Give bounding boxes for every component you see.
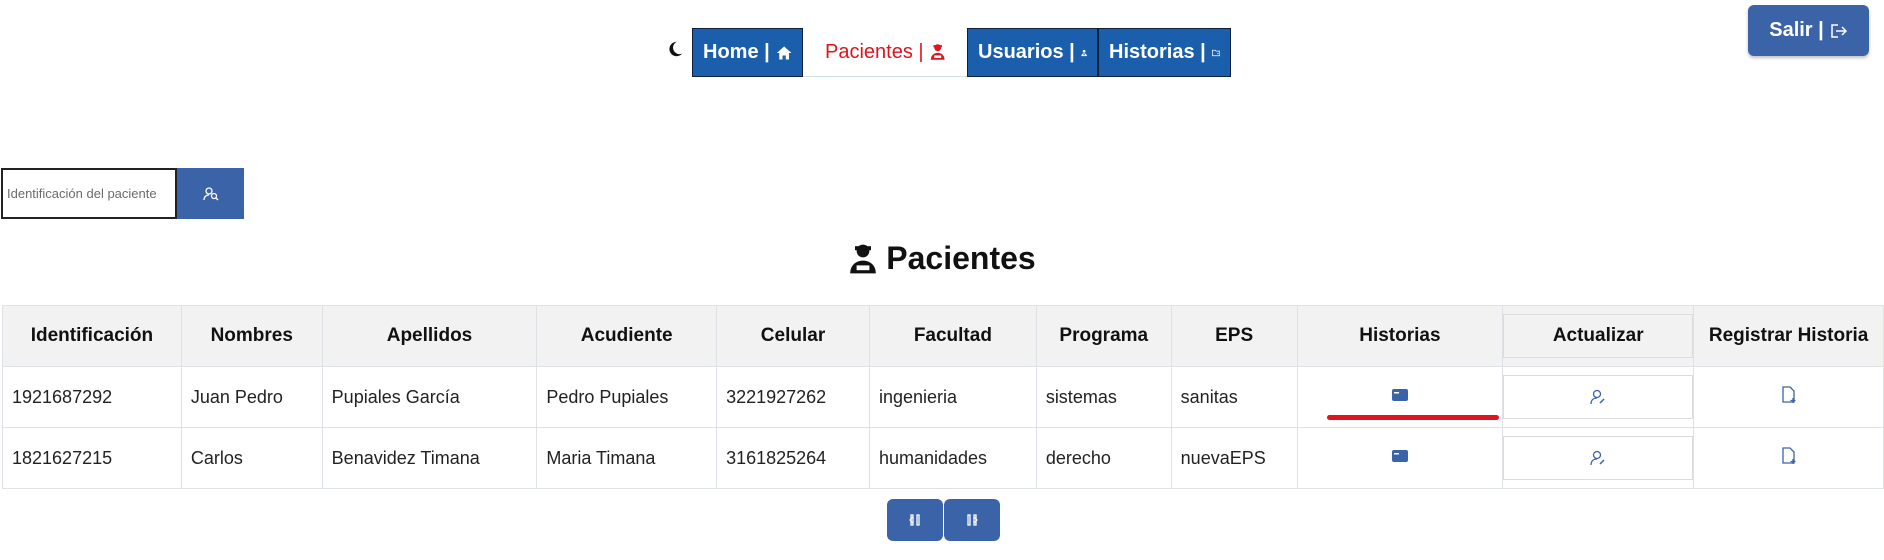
- cell-identificacion: 1821627215: [2, 427, 182, 489]
- logout-icon: [1831, 23, 1847, 38]
- cell-apellidos: Benavidez Timana: [321, 427, 538, 489]
- cell-programa: derecho: [1035, 427, 1172, 489]
- col-apellidos: Apellidos: [321, 305, 538, 367]
- table-header-row: Identificación Nombres Apellidos Acudien…: [2, 305, 1884, 367]
- edit-user-button[interactable]: [1503, 375, 1694, 419]
- cell-actualizar: [1502, 427, 1695, 489]
- pagination: [887, 499, 1000, 541]
- cell-celular: 3221927262: [716, 366, 870, 428]
- add-file-icon[interactable]: [1780, 385, 1798, 404]
- prev-page-icon: [909, 514, 920, 526]
- cell-apellidos: Pupiales García: [321, 366, 538, 428]
- cell-nombres: Carlos: [180, 427, 323, 489]
- next-page-button[interactable]: [944, 499, 1000, 541]
- history-card-icon[interactable]: [1391, 387, 1409, 403]
- add-file-icon[interactable]: [1780, 446, 1798, 465]
- cell-registrar-historia: [1693, 427, 1884, 489]
- col-actualizar-label: Actualizar: [1503, 314, 1694, 358]
- cell-celular: 3161825264: [716, 427, 870, 489]
- cell-facultad: humanidades: [868, 427, 1037, 489]
- col-historias: Historias: [1296, 305, 1504, 367]
- nav-usuarios[interactable]: Usuarios |: [967, 28, 1098, 77]
- search-placeholder: Identificación del paciente: [7, 186, 157, 201]
- patients-table: Identificación Nombres Apellidos Acudien…: [2, 305, 1884, 489]
- page-title-text: Pacientes: [886, 240, 1036, 276]
- cell-nombres: Juan Pedro: [180, 366, 323, 428]
- nav-historias-label: Historias |: [1109, 41, 1206, 63]
- nav-home[interactable]: Home |: [692, 28, 803, 77]
- cell-eps: nuevaEPS: [1170, 427, 1298, 489]
- edit-user-icon: [1590, 450, 1605, 466]
- nav-home-label: Home |: [703, 41, 770, 63]
- moon-icon[interactable]: [664, 38, 686, 60]
- nav-pacientes[interactable]: Pacientes |: [803, 28, 967, 77]
- col-celular: Celular: [716, 305, 870, 367]
- col-identificacion: Identificación: [2, 305, 182, 367]
- page-title: Pacientes: [0, 240, 1884, 277]
- nav-pacientes-label: Pacientes |: [825, 40, 924, 63]
- cell-facultad: ingenieria: [868, 366, 1037, 428]
- search-button[interactable]: [177, 168, 244, 219]
- cell-eps: sanitas: [1170, 366, 1298, 428]
- edit-user-button[interactable]: [1503, 436, 1694, 480]
- patient-icon: [850, 244, 877, 273]
- cell-actualizar: [1502, 366, 1695, 428]
- cell-registrar-historia: [1693, 366, 1884, 428]
- home-icon: [776, 45, 792, 60]
- cell-acudiente: Pedro Pupiales: [536, 366, 718, 428]
- col-eps: EPS: [1170, 305, 1298, 367]
- doctor-icon: [1081, 49, 1087, 56]
- table-row: 1821627215 Carlos Benavidez Timana Maria…: [2, 427, 1884, 489]
- main-nav: Home | Pacientes | Usuarios | Historias …: [692, 28, 1231, 77]
- search-user-icon: [202, 186, 218, 200]
- logout-button[interactable]: Salir |: [1748, 5, 1869, 56]
- col-actualizar: Actualizar: [1502, 305, 1695, 367]
- patient-icon: [930, 44, 945, 60]
- col-registrar-historia: Registrar Historia: [1693, 305, 1884, 367]
- history-card-icon[interactable]: [1391, 448, 1409, 464]
- cell-identificacion: 1921687292: [2, 366, 182, 428]
- col-programa: Programa: [1035, 305, 1172, 367]
- col-acudiente: Acudiente: [536, 305, 718, 367]
- logout-label: Salir |: [1769, 19, 1824, 41]
- cell-programa: sistemas: [1035, 366, 1172, 428]
- cell-historias: [1296, 427, 1504, 489]
- search-input[interactable]: Identificación del paciente: [1, 168, 177, 219]
- edit-user-icon: [1590, 389, 1605, 405]
- nav-historias[interactable]: Historias |: [1098, 28, 1231, 77]
- col-nombres: Nombres: [180, 305, 323, 367]
- folder-icon: [1211, 49, 1220, 56]
- cell-acudiente: Maria Timana: [536, 427, 718, 489]
- prev-page-button[interactable]: [887, 499, 943, 541]
- col-facultad: Facultad: [868, 305, 1037, 367]
- next-page-icon: [967, 514, 978, 526]
- table-row: 1921687292 Juan Pedro Pupiales García Pe…: [2, 366, 1884, 428]
- nav-usuarios-label: Usuarios |: [978, 41, 1075, 63]
- red-annotation-underline: [1327, 415, 1499, 420]
